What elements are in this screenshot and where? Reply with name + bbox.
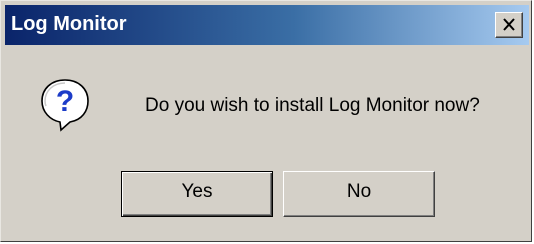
title-bar[interactable]: Log Monitor bbox=[5, 5, 529, 45]
dialog-message: Do you wish to install Log Monitor now? bbox=[145, 95, 480, 116]
window-title: Log Monitor bbox=[11, 13, 127, 35]
close-button[interactable] bbox=[495, 12, 523, 38]
message-dialog: Log Monitor ? Do you wish to install Log… bbox=[0, 0, 532, 242]
yes-button[interactable]: Yes bbox=[121, 171, 273, 217]
svg-text:?: ? bbox=[56, 85, 74, 118]
close-icon bbox=[503, 18, 515, 31]
question-icon: ? bbox=[41, 79, 89, 132]
no-button[interactable]: No bbox=[283, 171, 435, 217]
